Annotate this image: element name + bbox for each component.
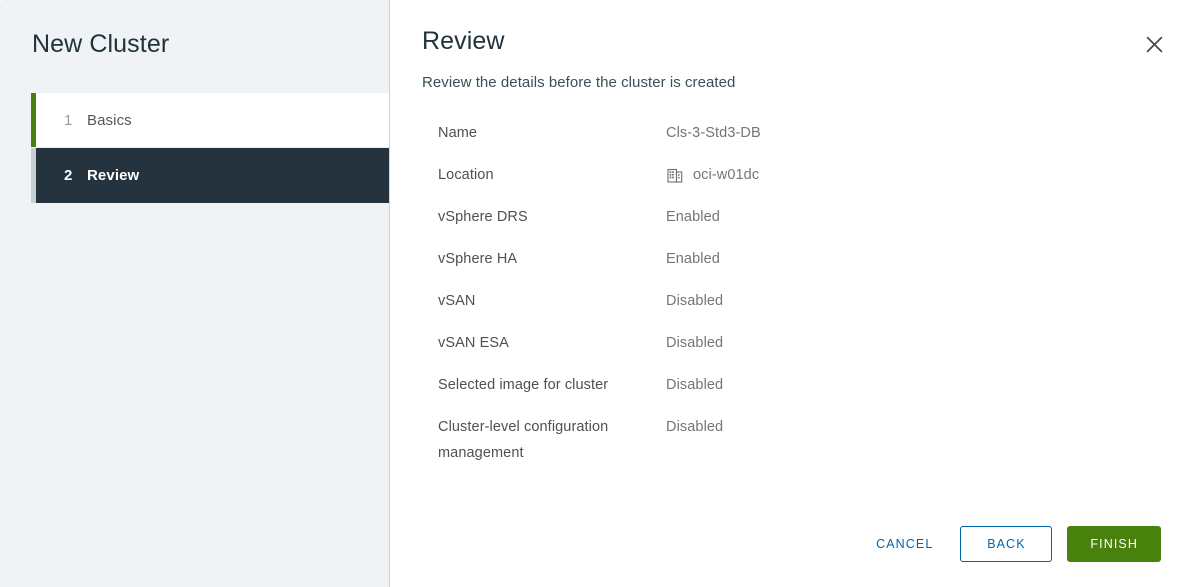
detail-label: Location: [438, 167, 494, 183]
detail-value-text: Disabled: [666, 419, 724, 435]
wizard-sidebar: New Cluster 1 Basics 2 Review: [0, 0, 390, 587]
detail-value: Enabled: [666, 204, 1159, 230]
step-rail-completed: [31, 93, 36, 147]
detail-value-text: Enabled: [666, 251, 720, 267]
wizard-footer: CANCEL BACK FINISH: [859, 526, 1161, 562]
detail-value: Disabled: [666, 330, 1159, 356]
step-number: 2: [64, 167, 73, 184]
finish-button[interactable]: FINISH: [1067, 526, 1161, 562]
detail-row: vSAN Disabled: [438, 288, 1159, 314]
detail-label: Selected image for cluster: [438, 377, 609, 393]
detail-row: Selected image for cluster Disabled: [438, 372, 1159, 398]
new-cluster-wizard: New Cluster 1 Basics 2 Review Review Rev…: [0, 0, 1189, 587]
step-rail-current: [31, 148, 36, 203]
review-details-list: Name Cls-3-Std3-DB Location oci-w01dc vS…: [438, 120, 1159, 482]
detail-value-text: Disabled: [666, 335, 724, 351]
close-icon: [1146, 36, 1163, 53]
page-subtitle: Review the details before the cluster is…: [422, 74, 736, 91]
sidebar-step-basics[interactable]: 1 Basics: [31, 93, 389, 148]
detail-value-text: Enabled: [666, 209, 720, 225]
back-button[interactable]: BACK: [960, 526, 1053, 562]
detail-value: Cls-3-Std3-DB: [666, 120, 1159, 146]
detail-row: vSphere DRS Enabled: [438, 204, 1159, 230]
detail-label: vSphere HA: [438, 251, 518, 267]
detail-value: Enabled: [666, 246, 1159, 272]
detail-label: Cluster-level configuration management: [438, 419, 609, 461]
detail-value-text: Disabled: [666, 293, 724, 309]
detail-label: vSAN: [438, 293, 476, 309]
datacenter-icon: [666, 166, 684, 184]
step-label: Basics: [87, 111, 132, 129]
page-title: Review: [422, 27, 505, 55]
sidebar-step-review[interactable]: 2 Review: [31, 148, 389, 203]
close-button[interactable]: [1137, 27, 1171, 61]
detail-value: Disabled: [666, 372, 1159, 398]
detail-value-text: Cls-3-Std3-DB: [666, 125, 761, 141]
detail-value: Disabled: [666, 288, 1159, 314]
detail-value: Disabled: [666, 414, 1159, 440]
step-label: Review: [87, 167, 140, 184]
wizard-content: Review Review the details before the clu…: [390, 0, 1189, 587]
detail-label: vSAN ESA: [438, 335, 509, 351]
wizard-title: New Cluster: [32, 30, 170, 58]
detail-label: Name: [438, 125, 478, 141]
detail-row: Location oci-w01dc: [438, 162, 1159, 188]
detail-value: oci-w01dc: [666, 162, 1159, 188]
detail-value-text: Disabled: [666, 377, 724, 393]
detail-row: Name Cls-3-Std3-DB: [438, 120, 1159, 146]
step-number: 1: [64, 111, 73, 129]
detail-row: vSphere HA Enabled: [438, 246, 1159, 272]
cancel-button[interactable]: CANCEL: [859, 526, 950, 562]
detail-row: vSAN ESA Disabled: [438, 330, 1159, 356]
detail-label: vSphere DRS: [438, 209, 528, 225]
wizard-steps: 1 Basics 2 Review: [31, 93, 389, 203]
detail-value-text: oci-w01dc: [693, 167, 760, 183]
detail-row: Cluster-level configuration management D…: [438, 414, 1159, 466]
